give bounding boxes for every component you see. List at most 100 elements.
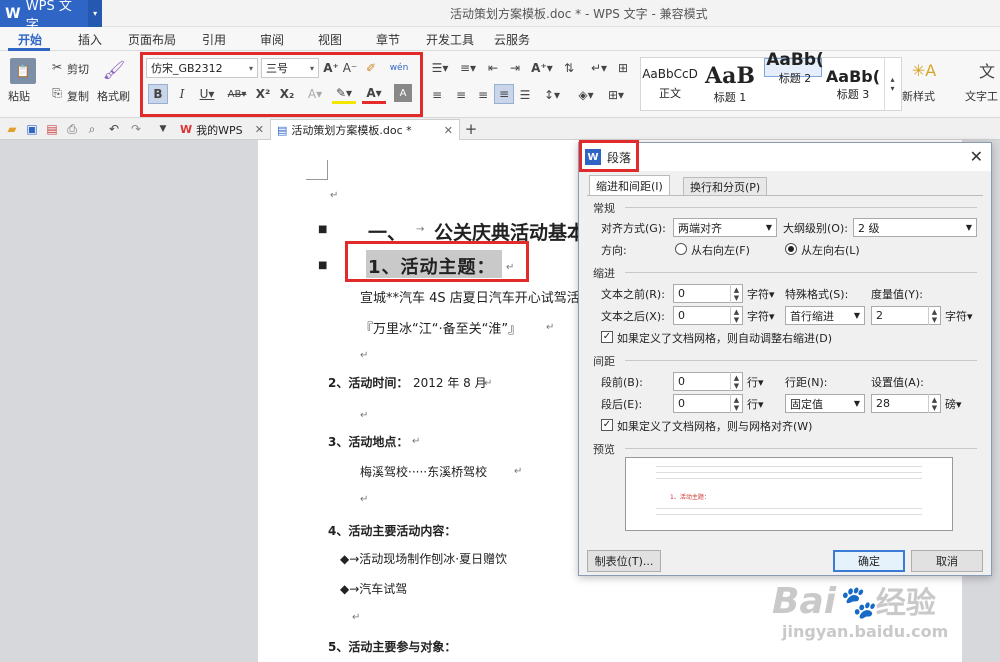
text-effect-icon[interactable]: A▾ (305, 84, 325, 104)
close-icon[interactable]: ✕ (255, 123, 264, 136)
menu-review[interactable]: 审阅 (260, 31, 284, 48)
distribute-icon[interactable]: ☰ (516, 86, 534, 104)
close-icon[interactable]: ✕ (444, 124, 453, 137)
line-spacing-select[interactable]: 固定值 ▼ (785, 394, 865, 413)
paste-icon[interactable]: 📋 (10, 58, 36, 84)
format-painter-label[interactable]: 格式刷 (97, 88, 130, 104)
space-after-input[interactable]: 0 ▲ ▼ (673, 394, 743, 413)
menu-references[interactable]: 引用 (202, 31, 226, 48)
align-left-icon[interactable]: ≡ (428, 86, 446, 104)
snap-grid-label[interactable]: 如果定义了文档网格，则与网格对齐(W) (617, 418, 812, 434)
space-before-input[interactable]: 0 ▲ ▼ (673, 372, 743, 391)
menu-home[interactable]: 开始 (18, 31, 42, 48)
numbered-list-icon[interactable]: ≡▾ (456, 58, 480, 78)
copy-label[interactable]: 复制 (67, 88, 89, 104)
highlight-color-icon[interactable]: ✎▾ (332, 84, 356, 104)
style-heading-1[interactable]: AaB 标题 1 (702, 58, 758, 110)
set-value-input[interactable]: 28 ▲ ▼ (871, 394, 941, 413)
align-center-icon[interactable]: ≡ (452, 86, 470, 104)
align-select[interactable]: 两端对齐 ▼ (673, 218, 777, 237)
snap-grid-checkbox[interactable]: ✓ (601, 419, 613, 431)
spinner-icon[interactable]: ▲ ▼ (730, 394, 742, 413)
menu-chapter[interactable]: 章节 (376, 31, 400, 48)
style-heading-3[interactable]: AaBb( 标题 3 (824, 58, 882, 110)
heading-2-text[interactable]: 1、活动主题： (368, 253, 496, 279)
menu-developer[interactable]: 开发工具 (426, 31, 474, 48)
shading-icon[interactable]: ◈▾ (574, 86, 598, 104)
new-tab-icon[interactable]: + (462, 120, 480, 138)
font-color-icon[interactable]: A▾ (362, 84, 386, 104)
after-text-input[interactable]: 0 ▲ ▼ (673, 306, 743, 325)
auto-indent-label[interactable]: 如果定义了文档网格，则自动调整右缩进(D) (617, 330, 832, 346)
bullet-item[interactable]: ◆→活动现场制作刨冰·夏日赠饮 (340, 550, 507, 567)
spinner-icon[interactable]: ▲ ▼ (928, 394, 940, 413)
before-text-input[interactable]: 0 ▲ ▼ (673, 284, 743, 303)
char-spacing-icon[interactable]: A⁺▾ (530, 58, 554, 78)
measure-input[interactable]: 2 ▲ ▼ (871, 306, 941, 325)
spinner-icon[interactable]: ▲ ▼ (730, 284, 742, 303)
bullet-list-icon[interactable]: ☰▾ (428, 58, 452, 78)
unit-select[interactable]: 行▾ (747, 374, 764, 390)
open-folder-icon[interactable]: ▰ (4, 121, 20, 137)
unit-select[interactable]: 磅▾ (945, 396, 962, 412)
borders-icon[interactable]: ⊞▾ (604, 86, 628, 104)
new-style-label[interactable]: 新样式 (902, 88, 935, 104)
close-icon[interactable]: ✕ (970, 147, 983, 166)
menu-view[interactable]: 视图 (318, 31, 342, 48)
font-name-combo[interactable]: 仿宋_GB2312 ▾ (146, 58, 258, 78)
unit-select[interactable]: 字符▾ (945, 308, 973, 324)
place-value[interactable]: 梅溪驾校·····东溪桥驾校 (360, 463, 487, 480)
theme-line-1[interactable]: 宣城**汽车 4S 店夏日汽车开心试驾活 (360, 287, 578, 306)
scissors-icon[interactable]: ✂ (50, 60, 64, 74)
spinner-icon[interactable]: ▲ ▼ (928, 306, 940, 325)
ltr-label[interactable]: 从左向右(L) (801, 242, 860, 258)
style-heading-2[interactable]: AaBb( 标题 2 (764, 50, 824, 85)
new-style-icon[interactable]: ✳A (912, 58, 936, 82)
underline-icon[interactable]: U▾ (196, 84, 218, 104)
menu-page-layout[interactable]: 页面布局 (128, 31, 176, 48)
undo-icon[interactable]: ↶ (106, 121, 122, 137)
decrease-indent-icon[interactable]: ⇤ (484, 58, 502, 78)
italic-icon[interactable]: I (174, 84, 190, 104)
tabs-button[interactable]: 制表位(T)... (587, 550, 661, 572)
print-preview-icon[interactable]: ⌕ (84, 121, 100, 137)
ok-button[interactable]: 确定 (833, 550, 905, 572)
unit-select[interactable]: 字符▾ (747, 308, 775, 324)
redo-icon[interactable]: ↷ (128, 121, 144, 137)
table-grid-icon[interactable]: ⊞ (614, 58, 632, 78)
bullet-item[interactable]: ◆→汽车试驾 (340, 580, 407, 597)
save-icon[interactable]: ▣ (24, 121, 40, 137)
tab-indent-spacing[interactable]: 缩进和间距(I) (589, 175, 670, 195)
unit-select[interactable]: 行▾ (747, 396, 764, 412)
superscript-icon[interactable]: X² (254, 84, 272, 104)
subscript-icon[interactable]: X₂ (278, 84, 296, 104)
clear-format-icon[interactable]: ✐ (362, 59, 380, 77)
theme-line-2[interactable]: 『万里冰“江“·备至关“淮”』 (360, 318, 521, 337)
auto-indent-checkbox[interactable]: ✓ (601, 331, 613, 343)
menu-cloud[interactable]: 云服务 (494, 31, 530, 48)
copy-icon[interactable]: ⎘ (50, 86, 64, 100)
print-icon[interactable]: ⎙ (64, 121, 80, 137)
time-value[interactable]: 2012 年 8 月 (413, 374, 487, 391)
wps-app-menu-button[interactable]: W WPS 文字 ▾ (0, 0, 102, 33)
shrink-font-icon[interactable]: A⁻ (342, 59, 358, 77)
content-label[interactable]: 4、活动主要活动内容： (328, 522, 456, 539)
export-pdf-icon[interactable]: ▤ (44, 121, 60, 137)
spinner-icon[interactable]: ▲ ▼ (730, 306, 742, 325)
text-tools-label[interactable]: 文字工 (965, 88, 998, 104)
menu-insert[interactable]: 插入 (78, 31, 102, 48)
line-spacing-icon[interactable]: ↕▾ (540, 86, 564, 104)
unit-select[interactable]: 字符▾ (747, 286, 775, 302)
grow-font-icon[interactable]: A⁺ (322, 59, 340, 77)
sort-icon[interactable]: ⇅ (560, 58, 578, 78)
tab-line-page-breaks[interactable]: 换行和分页(P) (683, 177, 768, 195)
strikethrough-icon[interactable]: AB▾ (224, 84, 250, 104)
font-size-combo[interactable]: 三号 ▾ (261, 58, 319, 78)
style-normal[interactable]: AaBbCcD 正文 (642, 58, 698, 110)
increase-indent-icon[interactable]: ⇥ (506, 58, 524, 78)
chevron-down-icon[interactable]: ▼ (156, 121, 170, 137)
spinner-icon[interactable]: ▲ ▼ (730, 372, 742, 391)
justify-icon[interactable]: ≡ (494, 84, 514, 104)
paragraph-mark-icon[interactable]: ↵▾ (588, 58, 610, 78)
rtl-radio[interactable] (675, 243, 687, 255)
